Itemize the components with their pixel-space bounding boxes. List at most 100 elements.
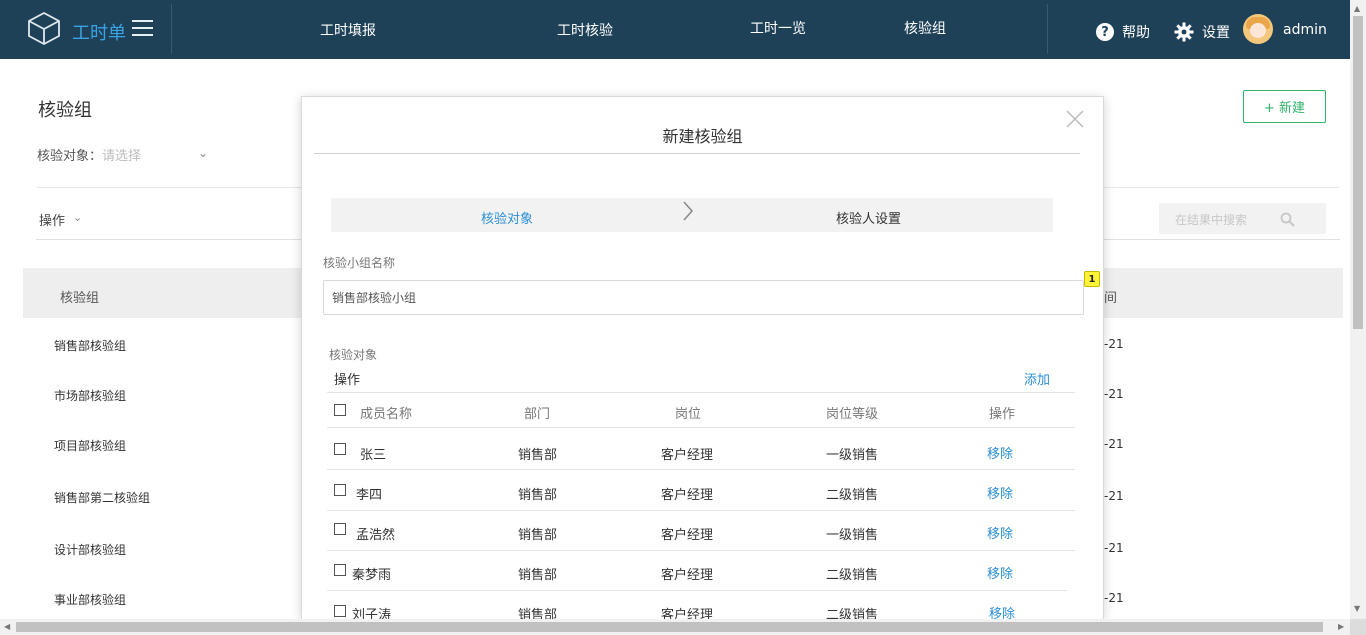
chevron-right-icon (683, 201, 694, 221)
scrollbar-corner (1350, 619, 1366, 635)
divider (327, 510, 1075, 511)
member-name: 刘子涛 (352, 608, 392, 619)
filter-select[interactable]: 请选择 (102, 145, 141, 164)
top-nav-bar: 工时单 工时填报 工时核验 工时一览 核验组 ? 帮助 设置 admin (0, 0, 1350, 59)
member-ops-label: 操作 (334, 373, 361, 388)
member-name: 孟浩然 (356, 528, 396, 543)
filter-label: 核验对象： (37, 149, 103, 164)
member-post-level: 二级销售 (826, 608, 879, 619)
help-button[interactable]: ? 帮助 (1096, 22, 1150, 42)
table-row-date: -21 (1104, 437, 1124, 451)
member-post: 客户经理 (661, 568, 714, 583)
divider (327, 550, 1075, 551)
member-department: 销售部 (518, 568, 558, 583)
close-icon[interactable] (1065, 109, 1085, 129)
chevron-down-icon[interactable]: ⌄ (198, 146, 208, 160)
annotation-badge: 1 (1084, 271, 1100, 287)
gear-icon (1174, 22, 1194, 42)
divider (327, 427, 1075, 428)
table-row-date: -21 (1104, 591, 1124, 605)
column-header-action: 操作 (989, 407, 1016, 422)
step-verifier-settings[interactable]: 核验人设置 (836, 208, 901, 227)
nav-divider-right (1047, 4, 1048, 54)
help-icon: ? (1096, 23, 1114, 41)
brand-name[interactable]: 工时单 (72, 19, 126, 45)
member-name: 李四 (356, 488, 383, 503)
member-post-level: 一级销售 (826, 448, 879, 463)
horizontal-scroll-thumb[interactable] (16, 622, 1323, 632)
menu-toggle-icon[interactable] (132, 20, 153, 36)
column-header-post-level: 岗位等级 (826, 407, 879, 422)
horizontal-scrollbar[interactable]: ◀ ▶ (0, 619, 1366, 635)
verify-target-label: 核验对象 (329, 348, 378, 362)
help-label: 帮助 (1122, 25, 1150, 41)
settings-label: 设置 (1202, 25, 1230, 41)
remove-member-link[interactable]: 移除 (987, 563, 1013, 582)
divider (327, 469, 1075, 470)
member-post: 客户经理 (661, 448, 714, 463)
row-checkbox[interactable] (334, 523, 346, 535)
nav-item-timesheet-verify[interactable]: 工时核验 (557, 20, 613, 40)
member-post-level: 一级销售 (826, 528, 879, 543)
column-header-time: 间 (1104, 291, 1118, 306)
vertical-scrollbar[interactable]: ▲ ▼ (1350, 0, 1366, 619)
group-name-input[interactable] (323, 280, 1084, 315)
row-checkbox[interactable] (334, 605, 346, 617)
cube-logo-icon (28, 11, 60, 46)
new-button[interactable]: + 新建 (1243, 90, 1326, 123)
table-row-date: -21 (1104, 337, 1124, 351)
new-verify-group-modal: 新建核验组 核验对象 核验人设置 核验小组名称 1 核验对象 操作 添加 成员名… (301, 96, 1104, 619)
divider (327, 392, 1075, 393)
table-row-name[interactable]: 项目部核验组 (54, 437, 126, 454)
nav-item-verify-group[interactable]: 核验组 (904, 18, 946, 38)
member-department: 销售部 (518, 608, 558, 619)
divider (314, 153, 1080, 154)
vertical-scroll-thumb[interactable] (1353, 16, 1363, 329)
column-header-group: 核验组 (60, 291, 100, 306)
step-verify-target[interactable]: 核验对象 (481, 208, 533, 227)
column-header-department: 部门 (524, 407, 551, 422)
table-row-date: -21 (1104, 387, 1124, 401)
member-post: 客户经理 (661, 608, 714, 619)
scroll-up-arrow-icon[interactable]: ▲ (1354, 4, 1360, 13)
settings-button[interactable]: 设置 (1174, 22, 1230, 42)
table-row-date: -21 (1104, 489, 1124, 503)
row-checkbox[interactable] (334, 564, 346, 576)
row-checkbox[interactable] (334, 484, 346, 496)
remove-member-link[interactable]: 移除 (987, 523, 1013, 542)
modal-title: 新建核验组 (662, 127, 743, 146)
member-department: 销售部 (518, 448, 558, 463)
nav-item-timesheet-overview[interactable]: 工时一览 (750, 18, 806, 38)
remove-member-link[interactable]: 移除 (989, 603, 1015, 619)
row-checkbox[interactable] (334, 443, 346, 455)
table-row-name[interactable]: 市场部核验组 (54, 387, 126, 404)
scroll-down-arrow-icon[interactable]: ▼ (1354, 604, 1360, 613)
table-row-name[interactable]: 销售部第二核验组 (54, 489, 150, 506)
remove-member-link[interactable]: 移除 (987, 443, 1013, 462)
table-row-name[interactable]: 销售部核验组 (54, 337, 126, 354)
nav-divider (171, 4, 172, 54)
member-name: 秦梦雨 (352, 568, 392, 583)
chevron-down-icon[interactable]: ⌄ (73, 211, 82, 224)
scroll-right-arrow-icon[interactable]: ▶ (1338, 622, 1344, 631)
ops-dropdown[interactable]: 操作 (39, 210, 65, 229)
username[interactable]: admin (1283, 22, 1327, 38)
add-member-link[interactable]: 添加 (1024, 369, 1050, 388)
table-row-name[interactable]: 事业部核验组 (54, 591, 126, 608)
member-post: 客户经理 (661, 528, 714, 543)
search-input[interactable]: 在结果中搜索 (1159, 203, 1326, 234)
table-row-date: -21 (1104, 541, 1124, 555)
remove-member-link[interactable]: 移除 (987, 483, 1013, 502)
user-avatar[interactable] (1243, 14, 1273, 44)
nav-item-timesheet-entry[interactable]: 工时填报 (320, 20, 376, 40)
scroll-left-arrow-icon[interactable]: ◀ (4, 622, 10, 631)
member-post: 客户经理 (661, 488, 714, 503)
page-title: 核验组 (38, 100, 92, 121)
member-department: 销售部 (518, 488, 558, 503)
member-post-level: 二级销售 (826, 568, 879, 583)
table-row-name[interactable]: 设计部核验组 (54, 541, 126, 558)
search-icon[interactable] (1280, 212, 1295, 227)
search-placeholder: 在结果中搜索 (1175, 213, 1248, 227)
column-header-member-name: 成员名称 (360, 407, 413, 422)
select-all-checkbox[interactable] (334, 404, 346, 416)
